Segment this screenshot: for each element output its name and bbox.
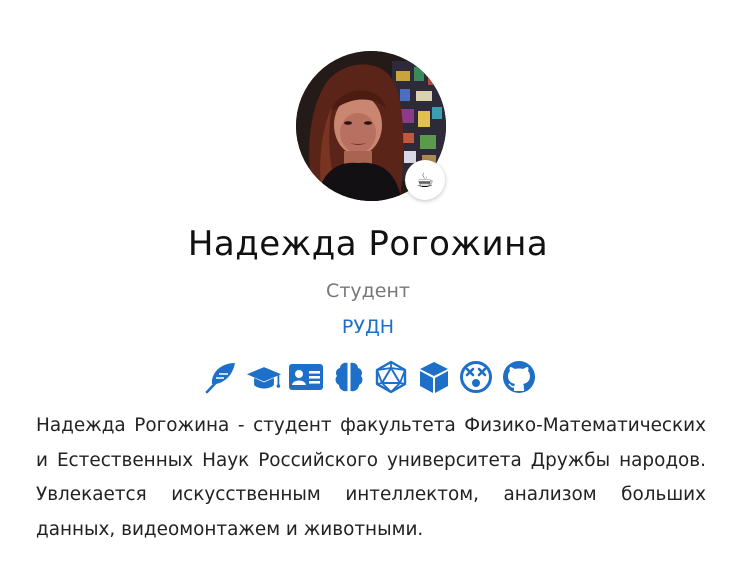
github-icon[interactable] bbox=[501, 359, 537, 395]
organization-link[interactable]: РУДН bbox=[0, 314, 736, 340]
status-emoji-badge: ☕ bbox=[405, 160, 445, 200]
avatar-container: ☕ bbox=[296, 51, 446, 201]
brain-icon[interactable] bbox=[331, 359, 367, 395]
profile-bio: Надежда Рогожина - студент факультета Фи… bbox=[36, 415, 706, 540]
coffee-icon: ☕ bbox=[416, 168, 434, 192]
social-icons bbox=[203, 359, 537, 395]
cube-icon[interactable] bbox=[416, 359, 452, 395]
feather-icon[interactable] bbox=[203, 359, 239, 395]
id-card-icon[interactable] bbox=[288, 359, 324, 395]
profile-card: ☕ Надежда Рогожина Студент РУДН Надежда … bbox=[0, 0, 736, 577]
graduation-cap-icon[interactable] bbox=[246, 359, 282, 395]
dice-d20-icon[interactable] bbox=[373, 359, 409, 395]
profile-role: Студент bbox=[326, 280, 410, 302]
profile-name: Надежда Рогожина bbox=[187, 224, 549, 264]
dizzy-face-icon[interactable] bbox=[458, 359, 494, 395]
